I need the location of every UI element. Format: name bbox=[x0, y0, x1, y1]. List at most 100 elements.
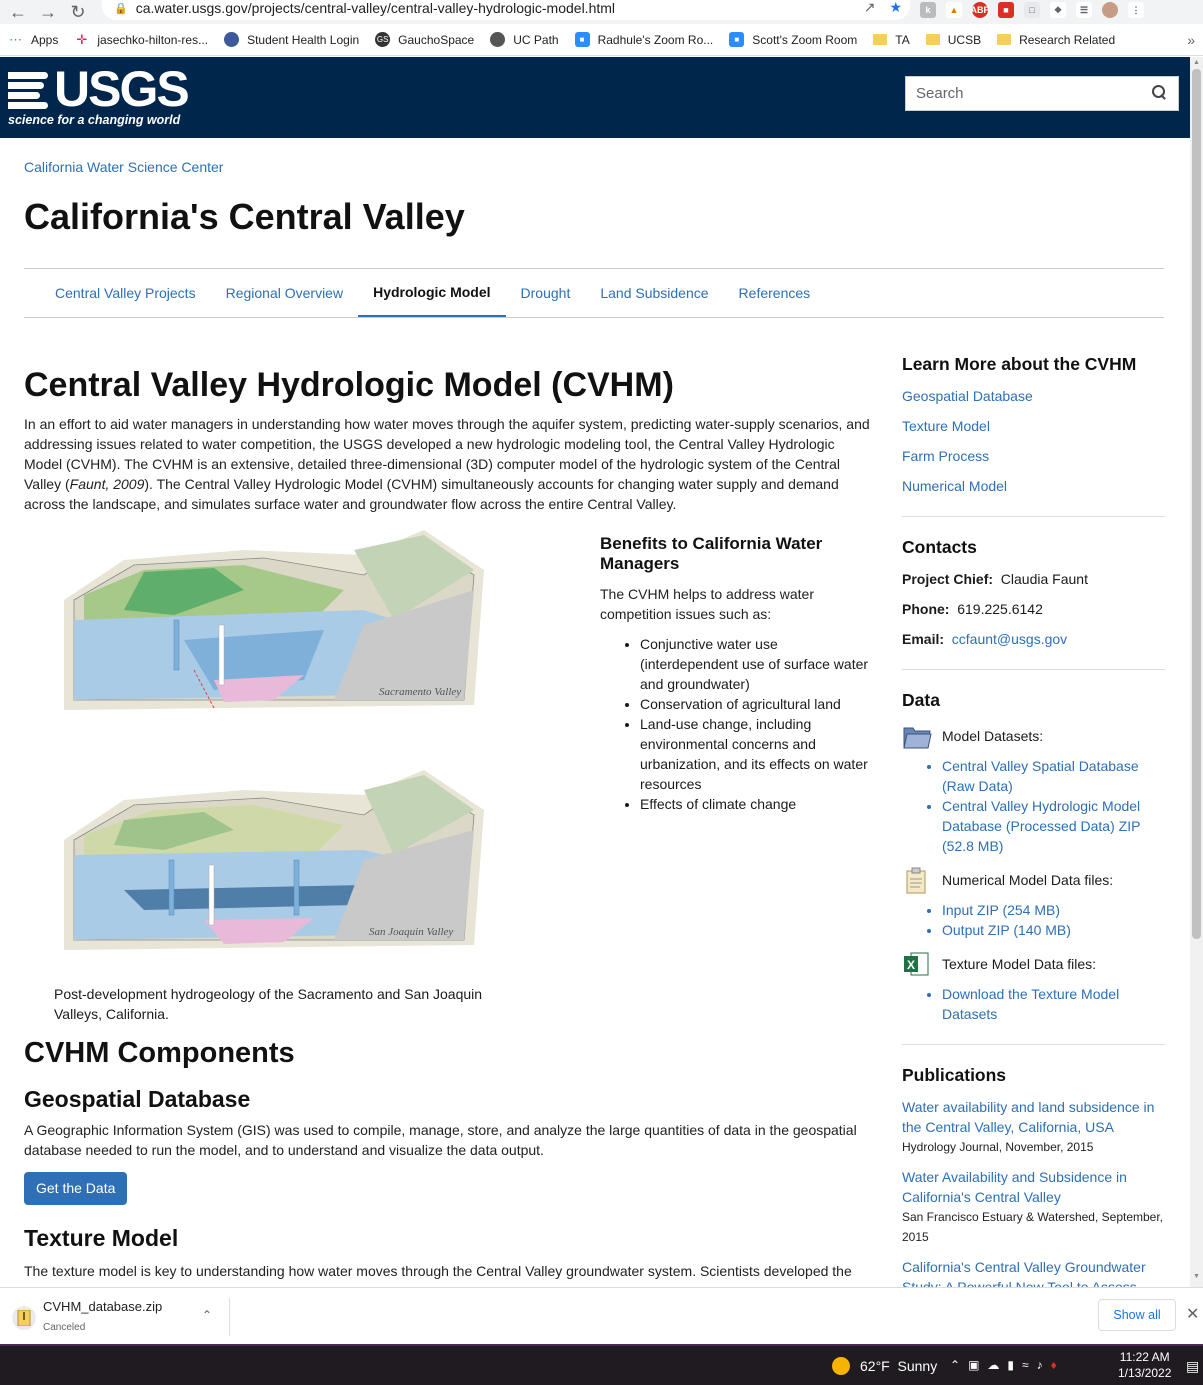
benefits-box: Benefits to California Water Managers Th… bbox=[600, 534, 870, 814]
close-icon[interactable]: ✕ bbox=[1186, 1304, 1199, 1324]
learn-link-farm[interactable]: Farm Process bbox=[902, 446, 1165, 466]
sacramento-valley-diagram: Sacramento Valley bbox=[64, 530, 484, 710]
share-icon[interactable]: ↗ bbox=[864, 0, 876, 16]
url-text[interactable]: ca.water.usgs.gov/projects/central-valle… bbox=[136, 0, 615, 16]
extension-icon[interactable]: k bbox=[920, 2, 936, 18]
divider bbox=[902, 1044, 1165, 1045]
zip-file-icon bbox=[12, 1306, 36, 1330]
usgs-logo[interactable]: USGS science for a changing world bbox=[8, 64, 190, 127]
bookmark-item[interactable]: ■ Radhule's Zoom Ro... bbox=[574, 32, 714, 47]
puzzle-icon[interactable]: ❖ bbox=[1050, 2, 1066, 18]
show-all-button[interactable]: Show all bbox=[1098, 1299, 1176, 1331]
bookmark-folder[interactable]: TA bbox=[873, 33, 910, 47]
learn-link-numerical[interactable]: Numerical Model bbox=[902, 476, 1165, 496]
data-label: Model Datasets: bbox=[942, 728, 1044, 744]
publication-link[interactable]: Water availability and land subsidence i… bbox=[902, 1097, 1165, 1137]
forward-icon[interactable]: → bbox=[36, 2, 60, 22]
bookmark-item[interactable]: UC Path bbox=[490, 32, 559, 47]
download-bar: CVHM_database.zip Canceled ⌃ Show all ✕ bbox=[0, 1287, 1203, 1344]
intro-text: ). The Central Valley Hydrologic Model (… bbox=[24, 476, 839, 512]
breadcrumb[interactable]: California Water Science Center bbox=[24, 159, 223, 175]
search-icon[interactable] bbox=[1152, 85, 1166, 99]
dataset-link[interactable]: Central Valley Spatial Database (Raw Dat… bbox=[942, 756, 1165, 796]
menu-icon[interactable]: ⋮ bbox=[1128, 2, 1144, 18]
system-clock[interactable]: 11:22 AM 1/13/2022 bbox=[1118, 1349, 1171, 1381]
bookmark-star-icon[interactable]: ★ bbox=[889, 0, 902, 16]
notification-icon[interactable]: ▤ bbox=[1186, 1358, 1199, 1375]
project-chief-name: Claudia Faunt bbox=[1000, 571, 1088, 587]
bookmark-folder[interactable]: UCSB bbox=[925, 33, 981, 47]
page-icon[interactable]: □ bbox=[1024, 2, 1040, 18]
learn-link-geospatial[interactable]: Geospatial Database bbox=[902, 386, 1165, 406]
email-link[interactable]: ccfaunt@usgs.gov bbox=[952, 631, 1067, 647]
publication-link[interactable]: Water Availability and Subsidence in Cal… bbox=[902, 1167, 1165, 1207]
zoom-icon: ■ bbox=[574, 32, 590, 47]
data-label: Texture Model Data files: bbox=[942, 956, 1097, 972]
dataset-link[interactable]: Central Valley Hydrologic Model Database… bbox=[942, 796, 1165, 856]
clipboard-icon bbox=[902, 866, 932, 894]
scroll-up-icon[interactable]: ▲ bbox=[1193, 59, 1200, 66]
tab-land-subsidence[interactable]: Land Subsidence bbox=[585, 269, 723, 317]
chevron-up-icon[interactable]: ⌃ bbox=[202, 1308, 212, 1322]
benefits-title: Benefits to California Water Managers bbox=[600, 534, 823, 573]
profile-avatar[interactable] bbox=[1102, 2, 1118, 18]
bookmark-folder[interactable]: Research Related bbox=[997, 33, 1115, 47]
bookmark-apps[interactable]: ⋯ Apps bbox=[8, 32, 58, 47]
adblock-icon[interactable]: ABP bbox=[971, 2, 990, 18]
data-title: Data bbox=[902, 690, 940, 710]
bookmark-item[interactable]: Student Health Login bbox=[224, 32, 359, 47]
citation-link[interactable]: Faunt, 2009 bbox=[70, 476, 145, 492]
pdf-icon[interactable]: ■ bbox=[998, 2, 1014, 18]
field-label: Project Chief: bbox=[902, 571, 994, 587]
divider bbox=[902, 516, 1165, 517]
wifi-icon[interactable]: ≈ bbox=[1022, 1358, 1029, 1372]
tab-references[interactable]: References bbox=[724, 269, 826, 317]
numerical-heading: Numerical Model Data files: bbox=[902, 866, 1165, 894]
geospatial-title: Geospatial Database bbox=[24, 1086, 251, 1112]
tab-drought[interactable]: Drought bbox=[506, 269, 586, 317]
list-item: Effects of climate change bbox=[640, 794, 870, 814]
reload-icon[interactable]: ↻ bbox=[66, 2, 90, 22]
file-link[interactable]: Input ZIP (254 MB) bbox=[942, 900, 1165, 920]
dropbox-icon[interactable]: ♦ bbox=[1051, 1358, 1057, 1372]
browser-toolbar: ← → ↻ 🔒 ca.water.usgs.gov/projects/centr… bbox=[0, 0, 1203, 24]
back-icon[interactable]: ← bbox=[6, 2, 30, 22]
weather-condition: Sunny bbox=[897, 1358, 938, 1374]
texture-text: The texture model is key to understandin… bbox=[24, 1263, 852, 1279]
gauchospace-icon: GS bbox=[375, 32, 391, 47]
phone-row: Phone: 619.225.6142 bbox=[902, 599, 1165, 619]
extension-icon[interactable]: ▲ bbox=[946, 2, 962, 18]
diagram-label: San Joaquin Valley bbox=[369, 926, 453, 938]
file-link[interactable]: Output ZIP (140 MB) bbox=[942, 920, 1165, 940]
download-item[interactable]: CVHM_database.zip Canceled ⌃ bbox=[10, 1298, 230, 1336]
bookmark-item[interactable]: ✛ jasechko-hilton-res... bbox=[74, 32, 208, 47]
search-box bbox=[905, 76, 1179, 111]
geospatial-text: A Geographic Information System (GIS) wa… bbox=[24, 1122, 857, 1158]
tab-hydrologic-model[interactable]: Hydrologic Model bbox=[358, 269, 506, 317]
publication-meta: Hydrology Journal, November, 2015 bbox=[902, 1140, 1094, 1154]
address-bar[interactable]: 🔒 ca.water.usgs.gov/projects/central-val… bbox=[102, 0, 910, 20]
project-chief-row: Project Chief: Claudia Faunt bbox=[902, 569, 1165, 589]
bookmark-item[interactable]: GS GauchoSpace bbox=[375, 32, 474, 47]
volume-icon[interactable]: ♪ bbox=[1037, 1358, 1043, 1372]
reading-list-icon[interactable]: ☰ bbox=[1076, 2, 1092, 18]
globe-icon bbox=[224, 32, 240, 47]
cloud-icon[interactable]: ☁ bbox=[987, 1358, 999, 1372]
chevron-up-icon[interactable]: ⌃ bbox=[950, 1358, 960, 1372]
learn-link-texture[interactable]: Texture Model bbox=[902, 416, 1165, 436]
scrollbar-thumb[interactable] bbox=[1192, 69, 1201, 939]
bookmark-label: Radhule's Zoom Ro... bbox=[597, 32, 714, 47]
section-tabs: Central Valley Projects Regional Overvie… bbox=[24, 268, 1164, 318]
tab-central-valley-projects[interactable]: Central Valley Projects bbox=[40, 269, 211, 317]
weather-widget[interactable]: 62°F Sunny bbox=[832, 1357, 937, 1375]
search-input[interactable] bbox=[916, 85, 1146, 102]
scroll-down-icon[interactable]: ▼ bbox=[1193, 1273, 1200, 1280]
chevron-right-icon[interactable]: » bbox=[1187, 32, 1195, 48]
tab-regional-overview[interactable]: Regional Overview bbox=[211, 269, 359, 317]
bookmark-item[interactable]: ■ Scott's Zoom Room bbox=[729, 32, 857, 47]
battery-icon[interactable]: ▮ bbox=[1007, 1358, 1014, 1372]
meet-icon[interactable]: ▣ bbox=[968, 1358, 979, 1372]
get-the-data-button[interactable]: Get the Data bbox=[24, 1172, 128, 1205]
page-scrollbar[interactable]: ▲ ▼ bbox=[1190, 57, 1203, 1287]
file-link[interactable]: Download the Texture Model Datasets bbox=[942, 984, 1165, 1024]
